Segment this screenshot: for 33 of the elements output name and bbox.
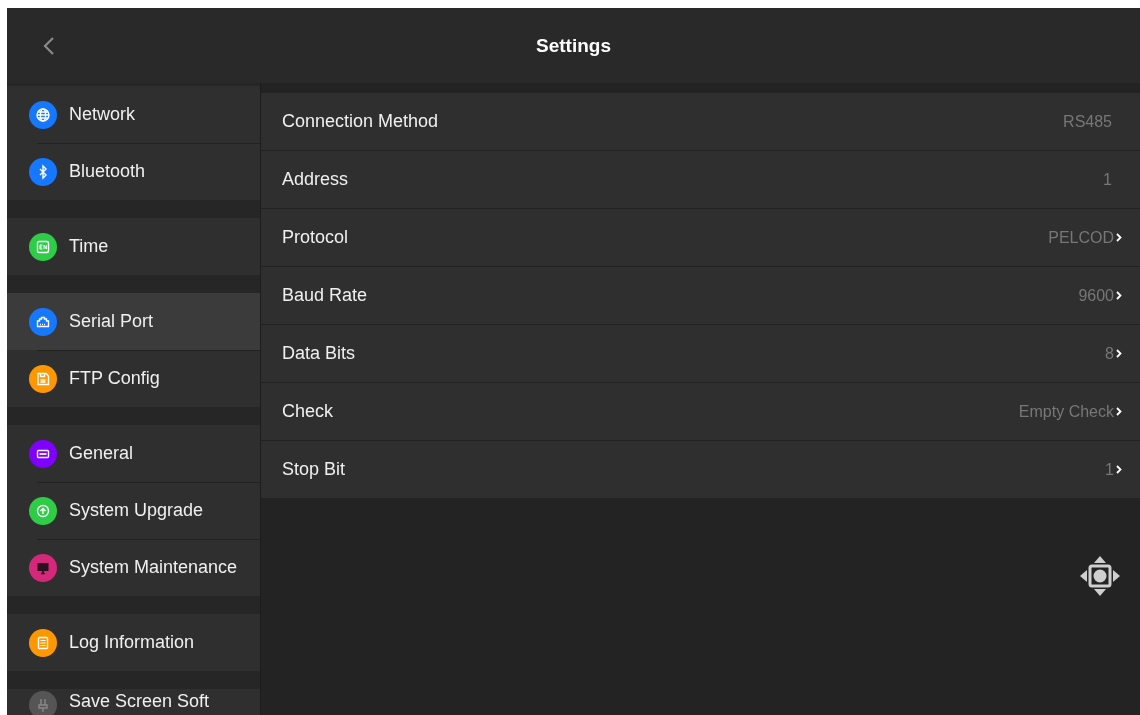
sidebar-item[interactable]: General: [7, 425, 260, 482]
setting-row[interactable]: Data Bits 8: [261, 324, 1140, 382]
sidebar-item[interactable]: Serial Port: [7, 293, 260, 350]
setting-label: Connection Method: [282, 111, 440, 132]
setting-label: Data Bits: [282, 343, 357, 364]
page-title: Settings: [536, 34, 611, 57]
setting-label: Stop Bit: [282, 459, 347, 480]
setting-value: 1: [1105, 460, 1114, 479]
sidebar-item[interactable]: System Upgrade: [7, 482, 260, 539]
direction-pad-icon[interactable]: [1078, 554, 1122, 598]
sidebar-item[interactable]: System Maintenance: [7, 539, 260, 596]
setting-row[interactable]: Connection Method RS485: [261, 93, 1140, 150]
setting-value: PELCOD: [1048, 228, 1114, 247]
setting-row[interactable]: Baud Rate 9600: [261, 266, 1140, 324]
sidebar-item[interactable]: FTP Config: [7, 350, 260, 407]
setting-value: 8: [1105, 344, 1114, 363]
setting-label: Protocol: [282, 227, 350, 248]
setting-label: Check: [282, 401, 335, 422]
setting-row[interactable]: Check Empty Check: [261, 382, 1140, 440]
setting-label: Address: [282, 169, 350, 190]
sidebar-item[interactable]: Log Information: [7, 614, 260, 671]
setting-row[interactable]: Stop Bit 1: [261, 440, 1140, 498]
setting-value: 9600: [1078, 286, 1114, 305]
setting-value: Empty Check: [1018, 402, 1114, 421]
setting-value: 1: [1103, 170, 1112, 189]
sidebar-item[interactable]: Network: [7, 86, 260, 143]
setting-row[interactable]: Address 1: [261, 150, 1140, 208]
setting-label: Baud Rate: [282, 285, 369, 306]
setting-row[interactable]: Protocol PELCOD: [261, 208, 1140, 266]
sidebar-item[interactable]: Time: [7, 218, 260, 275]
sidebar-item[interactable]: Bluetooth: [7, 143, 260, 200]
sidebar-item[interactable]: Save Screen Soft: [7, 689, 260, 715]
setting-value: RS485: [1063, 112, 1112, 131]
